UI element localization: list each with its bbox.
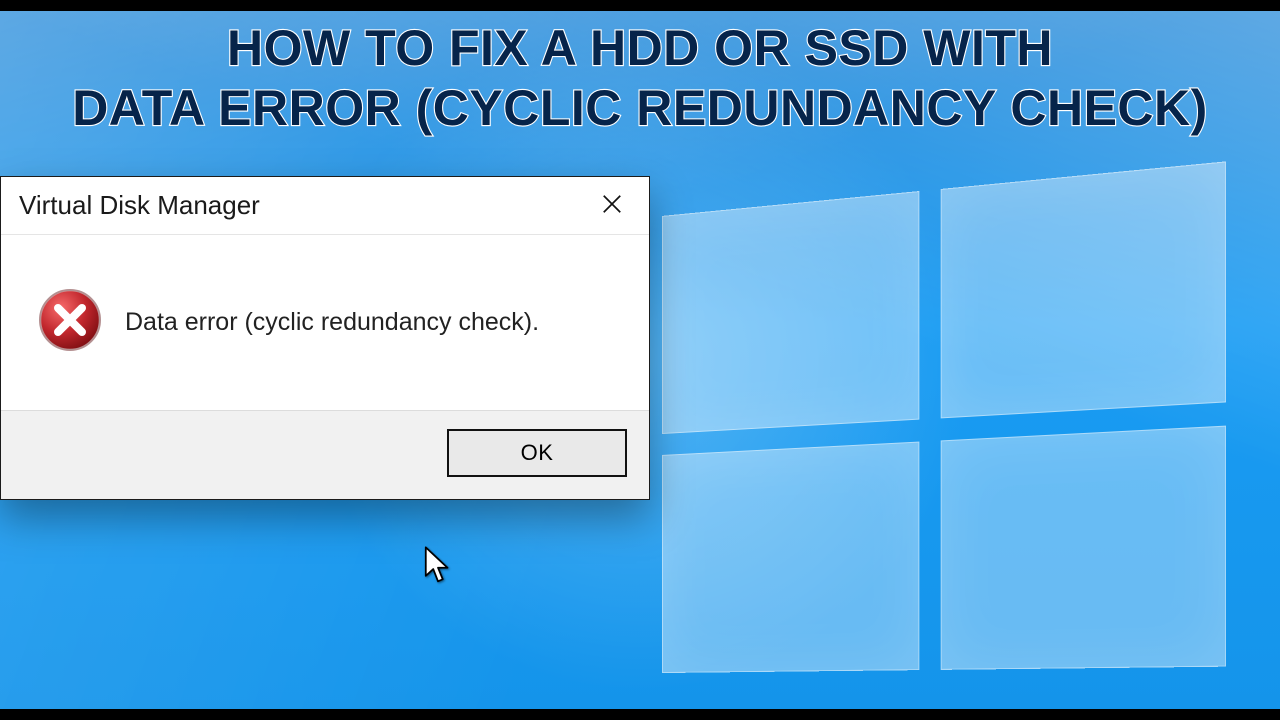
heading-line-2: DATA ERROR (CYCLIC REDUNDANCY CHECK) [0, 78, 1280, 138]
error-circle-icon [37, 287, 103, 358]
logo-pane [941, 426, 1227, 670]
dialog-titlebar[interactable]: Virtual Disk Manager [1, 177, 649, 235]
dialog-title: Virtual Disk Manager [19, 190, 260, 221]
logo-pane [662, 191, 919, 434]
windows-logo [662, 161, 1226, 673]
overlay-heading: HOW TO FIX A HDD OR SSD WITH DATA ERROR … [0, 18, 1280, 138]
error-dialog: Virtual Disk Manager [0, 176, 650, 500]
dialog-message: Data error (cyclic redundancy check). [125, 308, 539, 337]
letterbox-bar [0, 709, 1280, 720]
dialog-body: Data error (cyclic redundancy check). [1, 235, 649, 410]
logo-pane [941, 161, 1227, 418]
close-button[interactable] [589, 183, 635, 229]
close-icon [601, 193, 623, 218]
logo-pane [662, 442, 919, 673]
dialog-button-row: OK [1, 410, 649, 499]
heading-line-1: HOW TO FIX A HDD OR SSD WITH [0, 18, 1280, 78]
letterbox-bar [0, 0, 1280, 11]
ok-button[interactable]: OK [447, 429, 627, 477]
